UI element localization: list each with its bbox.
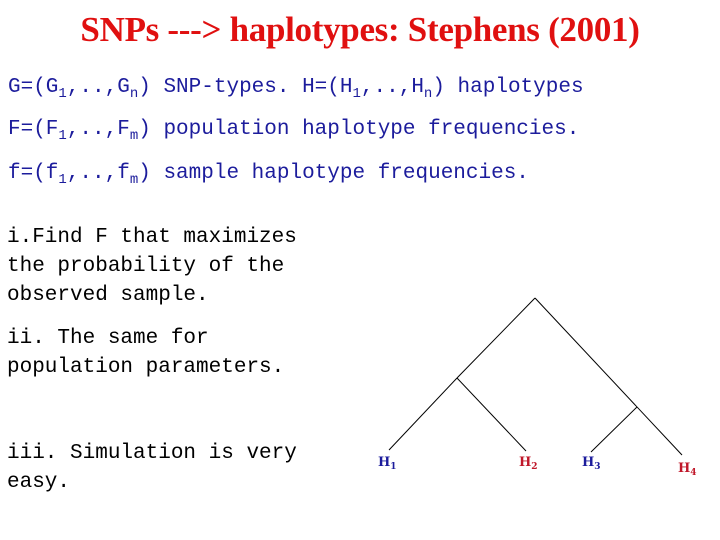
branch-h2 xyxy=(456,377,527,452)
branch-h1 xyxy=(388,377,458,451)
branch-root-right xyxy=(534,297,683,456)
branch-root-left xyxy=(456,297,536,379)
leaf-label-h3: H3 xyxy=(582,455,601,472)
coalescent-tree: H1 H2 H3 H4 xyxy=(378,297,697,478)
leaf-label-h4: H4 xyxy=(678,461,697,478)
branch-h3 xyxy=(590,406,638,453)
leaf-label-h1: H1 xyxy=(378,455,397,472)
leaf-label-h2: H2 xyxy=(519,455,538,472)
